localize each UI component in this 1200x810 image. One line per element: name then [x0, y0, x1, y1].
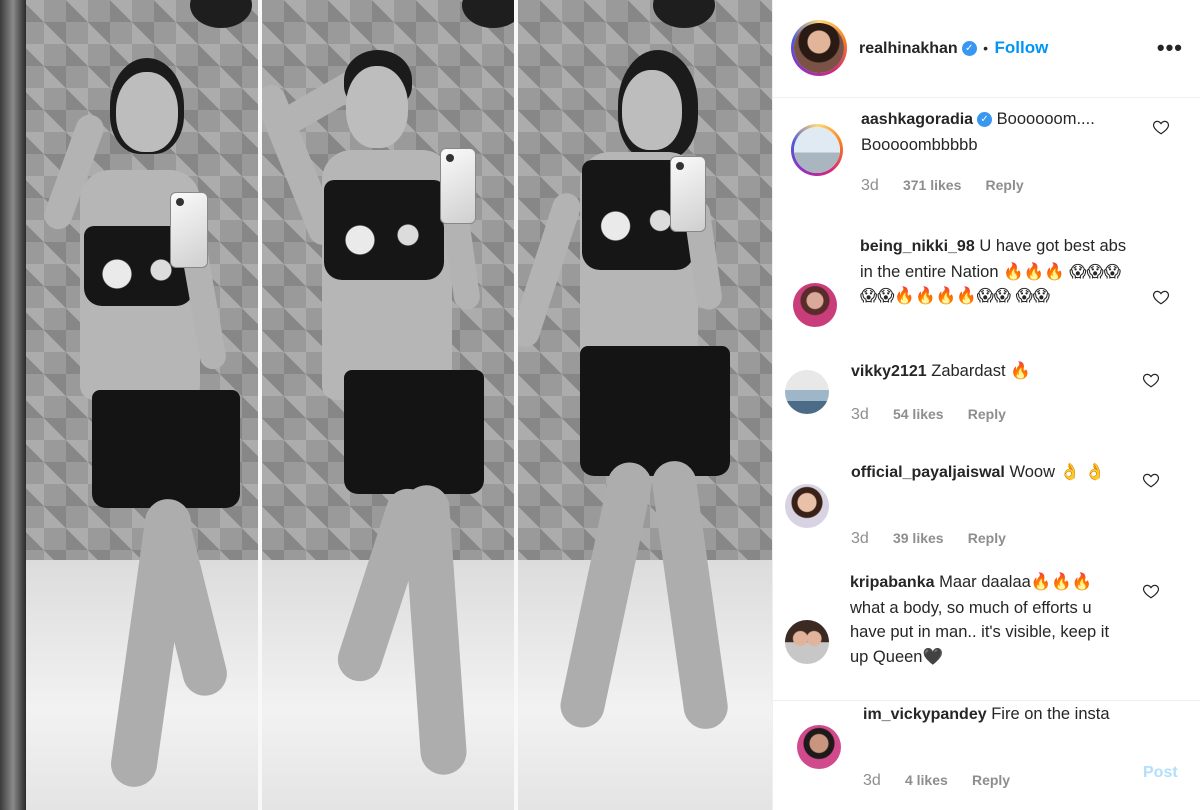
post-photo[interactable]: [0, 0, 772, 810]
like-heart-icon[interactable]: [1142, 371, 1160, 389]
comment-likes[interactable]: 54 likes: [893, 406, 944, 422]
reply-button[interactable]: Reply: [968, 530, 1006, 546]
commenter-avatar[interactable]: [785, 620, 829, 664]
comment-username[interactable]: vikky2121: [851, 363, 927, 380]
comment-time: 3d: [851, 530, 869, 547]
commenter-avatar[interactable]: [791, 124, 843, 176]
comment-likes[interactable]: 4 likes: [905, 772, 948, 788]
comment-item: official_payaljaiswal Woow 👌 👌: [851, 460, 1131, 486]
like-heart-icon[interactable]: [1152, 288, 1170, 306]
person-figure: [262, 30, 512, 810]
commenter-avatar[interactable]: [785, 484, 829, 528]
comment-text: Woow 👌 👌: [1009, 463, 1106, 481]
reply-button[interactable]: Reply: [968, 406, 1006, 422]
comment-time: 3d: [851, 406, 869, 423]
commenter-avatar[interactable]: [797, 725, 841, 769]
comment-time: 3d: [861, 177, 879, 194]
comment-item: vikky2121 Zabardast 🔥: [851, 359, 1131, 385]
verified-badge-icon: ✓: [961, 41, 977, 57]
person-figure: [518, 40, 772, 810]
comment-text: Zabardast 🔥: [931, 362, 1031, 380]
post-header: realhinakhan ✓ • Follow •••: [773, 0, 1200, 98]
reply-button[interactable]: Reply: [972, 772, 1010, 788]
separator-dot: •: [983, 40, 989, 56]
author-avatar[interactable]: [791, 20, 847, 76]
verified-badge-icon: ✓: [977, 112, 993, 128]
more-options-icon[interactable]: •••: [1157, 37, 1183, 59]
comments-panel: realhinakhan ✓ • Follow ••• aashkagoradia…: [772, 0, 1200, 810]
comment-item: kripabanka Maar daalaa🔥🔥🔥 what a body, s…: [850, 570, 1128, 669]
like-heart-icon[interactable]: [1152, 118, 1170, 136]
reply-button[interactable]: Reply: [986, 177, 1024, 193]
comment-username[interactable]: aashkagoradia: [861, 111, 973, 128]
comment-text: Fire on the insta: [991, 705, 1110, 723]
comment-meta: 3d 371 likes Reply: [861, 177, 1024, 195]
like-heart-icon[interactable]: [1142, 471, 1160, 489]
comment-time: 3d: [863, 772, 881, 789]
follow-button[interactable]: Follow: [995, 38, 1049, 57]
commenter-avatar[interactable]: [793, 283, 837, 327]
divider: [773, 700, 1200, 701]
comment-item: being_nikki_98 U have got best abs in th…: [860, 234, 1130, 309]
comment-likes[interactable]: 39 likes: [893, 530, 944, 546]
post-comment-button[interactable]: Post: [1143, 764, 1178, 782]
comment-username[interactable]: official_payaljaiswal: [851, 464, 1005, 481]
comment-meta: 3d 39 likes Reply: [851, 530, 1006, 548]
comment-item: aashkagoradia ✓ Boooooom.... Booooombbbbb: [861, 107, 1131, 157]
comment-username[interactable]: im_vickypandey: [863, 706, 987, 723]
person-figure: [40, 50, 258, 810]
like-heart-icon[interactable]: [1142, 582, 1160, 600]
photo-panel-2: [262, 0, 514, 810]
commenter-avatar[interactable]: [785, 370, 829, 414]
photo-panel-3: [518, 0, 772, 810]
comment-meta: 3d 54 likes Reply: [851, 406, 1006, 424]
comment-username[interactable]: kripabanka: [850, 574, 934, 591]
comment-username[interactable]: being_nikki_98: [860, 238, 975, 255]
comment-likes[interactable]: 371 likes: [903, 177, 961, 193]
author-username[interactable]: realhinakhan: [859, 40, 958, 57]
comment-item: im_vickypandey Fire on the insta: [863, 702, 1133, 728]
comment-meta: 3d 4 likes Reply: [863, 772, 1010, 790]
photo-panel-1: [0, 0, 258, 810]
